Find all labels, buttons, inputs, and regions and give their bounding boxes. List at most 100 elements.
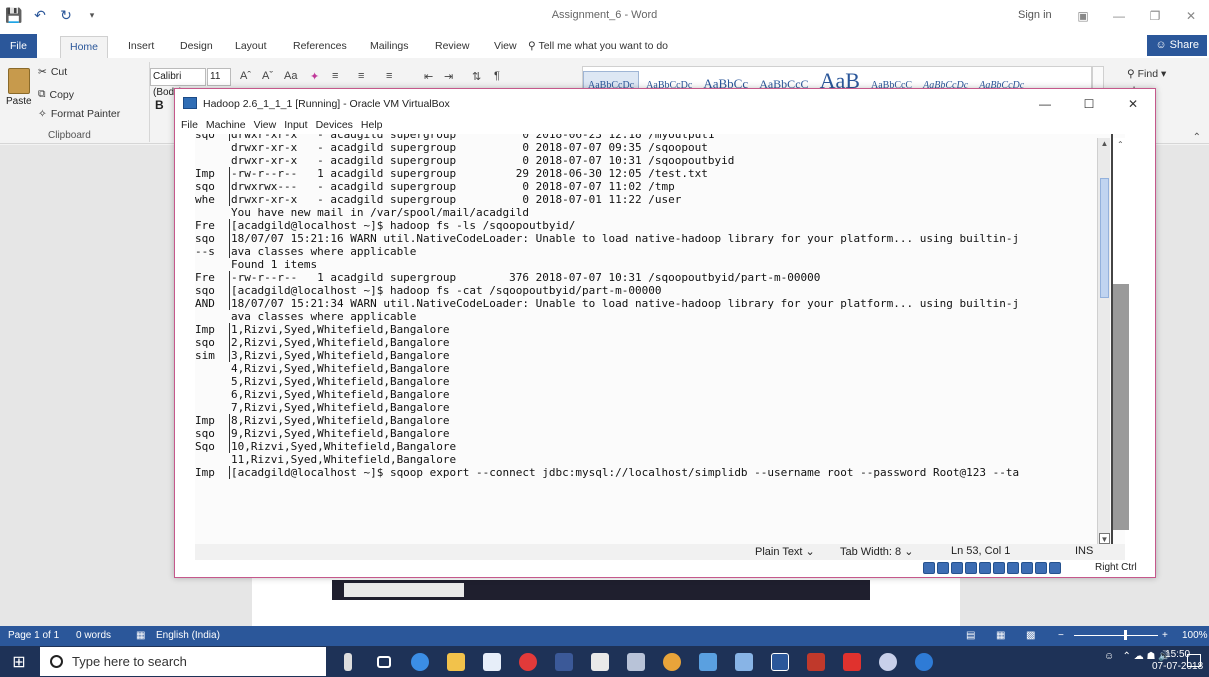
customize-qat-icon[interactable]: ▾ bbox=[84, 7, 100, 23]
format-painter-button[interactable]: ✧ Format Painter bbox=[38, 108, 120, 120]
file-explorer-icon[interactable] bbox=[438, 646, 474, 677]
zoom-in-icon[interactable]: + bbox=[1162, 630, 1168, 641]
taskbar-search-box[interactable]: Type here to search bbox=[40, 647, 326, 676]
zoom-slider[interactable] bbox=[1074, 635, 1158, 636]
menu-devices[interactable]: Devices bbox=[316, 119, 353, 134]
keyboard-arrow-icon[interactable] bbox=[1049, 562, 1061, 574]
tab-layout[interactable]: Layout bbox=[231, 36, 271, 58]
menu-help[interactable]: Help bbox=[361, 119, 383, 134]
bold-button[interactable]: B bbox=[155, 98, 164, 112]
read-mode-icon[interactable]: ▤ bbox=[966, 630, 975, 641]
word-icon[interactable] bbox=[762, 646, 798, 677]
usb-icon[interactable] bbox=[965, 562, 977, 574]
font-size-dropdown[interactable]: 11 bbox=[207, 68, 231, 86]
word-count[interactable]: 0 words bbox=[76, 630, 111, 641]
tab-mailings[interactable]: Mailings bbox=[366, 36, 413, 58]
increase-indent-icon[interactable]: ⇥ bbox=[444, 70, 453, 83]
edge-browser-icon[interactable] bbox=[402, 646, 438, 677]
shrink-font-icon[interactable]: Aˇ bbox=[262, 70, 273, 82]
dropbox-icon[interactable] bbox=[474, 646, 510, 677]
editor-scrollbar[interactable]: ⌃ bbox=[1113, 138, 1131, 530]
vbox-minimize-icon[interactable]: — bbox=[1023, 89, 1067, 119]
windows-start-icon[interactable]: ⊞ bbox=[0, 646, 38, 677]
task-view-icon[interactable] bbox=[366, 646, 402, 677]
virtualbox-taskbar-icon[interactable] bbox=[618, 646, 654, 677]
collapse-ribbon-icon[interactable]: ⌃ bbox=[1193, 132, 1201, 143]
tab-width-dropdown[interactable]: Tab Width: 8 ⌄ bbox=[840, 545, 913, 558]
microphone-icon[interactable] bbox=[330, 646, 366, 677]
terminal-output[interactable]: sqo drwxr-xr-x - acadgild supergroup 0 20… bbox=[195, 134, 1125, 544]
scroll-up-icon[interactable]: ▲ bbox=[1099, 138, 1110, 149]
editor-scroll-up-icon[interactable]: ⌃ bbox=[1117, 140, 1124, 149]
chrome-icon[interactable] bbox=[654, 646, 690, 677]
display-icon[interactable] bbox=[993, 562, 1005, 574]
cut-button[interactable]: ✂ Cut bbox=[38, 66, 67, 78]
tab-review[interactable]: Review bbox=[431, 36, 473, 58]
paste-button[interactable]: Paste bbox=[6, 68, 32, 107]
remote-desktop-icon[interactable] bbox=[726, 646, 762, 677]
editor-scroll-thumb[interactable] bbox=[1113, 284, 1129, 530]
tell-me-search[interactable]: ⚲ Tell me what you want to do bbox=[524, 36, 672, 58]
pilcrow-icon[interactable]: ¶ bbox=[494, 70, 500, 82]
app-blue-icon[interactable] bbox=[690, 646, 726, 677]
tab-references[interactable]: References bbox=[289, 36, 351, 58]
shared-folder-icon[interactable] bbox=[979, 562, 991, 574]
menu-input[interactable]: Input bbox=[284, 119, 307, 134]
print-layout-icon[interactable]: ▦ bbox=[996, 630, 1005, 641]
menu-view[interactable]: View bbox=[254, 119, 277, 134]
tab-home[interactable]: Home bbox=[60, 36, 109, 58]
tab-insert[interactable]: Insert bbox=[124, 36, 158, 58]
clear-formatting-icon[interactable]: ✦ bbox=[310, 70, 319, 83]
menu-machine[interactable]: Machine bbox=[206, 119, 246, 134]
ribbon-display-icon[interactable]: ▣ bbox=[1065, 0, 1101, 32]
sign-in-link[interactable]: Sign in bbox=[1018, 9, 1052, 21]
zoom-out-icon[interactable]: − bbox=[1058, 630, 1064, 641]
vbox-maximize-icon[interactable]: ☐ bbox=[1067, 89, 1111, 119]
zoom-slider-knob[interactable] bbox=[1124, 630, 1127, 640]
multilevel-list-icon[interactable]: ≡ bbox=[386, 70, 392, 82]
bullets-icon[interactable]: ≡ bbox=[332, 70, 338, 82]
numbering-icon[interactable]: ≡ bbox=[358, 70, 364, 82]
hdd-icon[interactable] bbox=[923, 562, 935, 574]
share-button[interactable]: ☺ Share bbox=[1147, 35, 1207, 56]
decrease-indent-icon[interactable]: ⇤ bbox=[424, 70, 433, 83]
terminal-scroll-thumb[interactable] bbox=[1100, 178, 1109, 298]
tab-view[interactable]: View bbox=[490, 36, 521, 58]
menu-file[interactable]: File bbox=[181, 119, 198, 134]
language-mode-dropdown[interactable]: Plain Text ⌄ bbox=[755, 545, 815, 558]
undo-icon[interactable]: ↶ bbox=[32, 7, 48, 23]
video-capture-icon[interactable] bbox=[1007, 562, 1019, 574]
language[interactable]: English (India) bbox=[156, 630, 220, 641]
mouse-integration-icon[interactable] bbox=[1035, 562, 1047, 574]
grow-font-icon[interactable]: Aˆ bbox=[240, 70, 251, 82]
terminal-scrollbar[interactable]: ▲ ▼ bbox=[1097, 138, 1110, 544]
minimize-icon[interactable]: — bbox=[1101, 0, 1137, 32]
sort-icon[interactable]: ⇅ bbox=[472, 70, 481, 83]
find-button[interactable]: ⚲ Find ▾ bbox=[1127, 66, 1166, 83]
vbox-close-icon[interactable]: ✕ bbox=[1111, 89, 1155, 119]
flipboard-icon[interactable] bbox=[582, 646, 618, 677]
web-layout-icon[interactable]: ▩ bbox=[1026, 630, 1035, 641]
close-icon[interactable]: ✕ bbox=[1173, 0, 1209, 32]
save-icon[interactable]: 💾 bbox=[5, 7, 22, 23]
zoom-level[interactable]: 100% bbox=[1182, 630, 1208, 641]
eclipse-icon[interactable] bbox=[870, 646, 906, 677]
scroll-down-icon[interactable]: ▼ bbox=[1099, 533, 1110, 544]
facebook-icon[interactable] bbox=[546, 646, 582, 677]
change-case-button[interactable]: Aa bbox=[284, 70, 297, 82]
optical-drive-icon[interactable] bbox=[937, 562, 949, 574]
font-name-dropdown[interactable]: Calibri (Body) bbox=[150, 68, 206, 98]
tab-file[interactable]: File bbox=[0, 34, 37, 58]
tab-design[interactable]: Design bbox=[176, 36, 217, 58]
cpu-icon[interactable] bbox=[1021, 562, 1033, 574]
help-icon[interactable] bbox=[906, 646, 942, 677]
copy-button[interactable]: ⧉ Copy bbox=[38, 88, 74, 101]
opera-icon[interactable] bbox=[510, 646, 546, 677]
notifications-icon[interactable] bbox=[1187, 654, 1201, 667]
restore-icon[interactable]: ❐ bbox=[1137, 0, 1173, 32]
acrobat-icon[interactable] bbox=[834, 646, 870, 677]
redo-icon[interactable]: ↻ bbox=[58, 7, 74, 23]
filezilla-icon[interactable] bbox=[798, 646, 834, 677]
insert-mode[interactable]: INS bbox=[1075, 545, 1093, 557]
page-count[interactable]: Page 1 of 1 bbox=[8, 630, 59, 641]
